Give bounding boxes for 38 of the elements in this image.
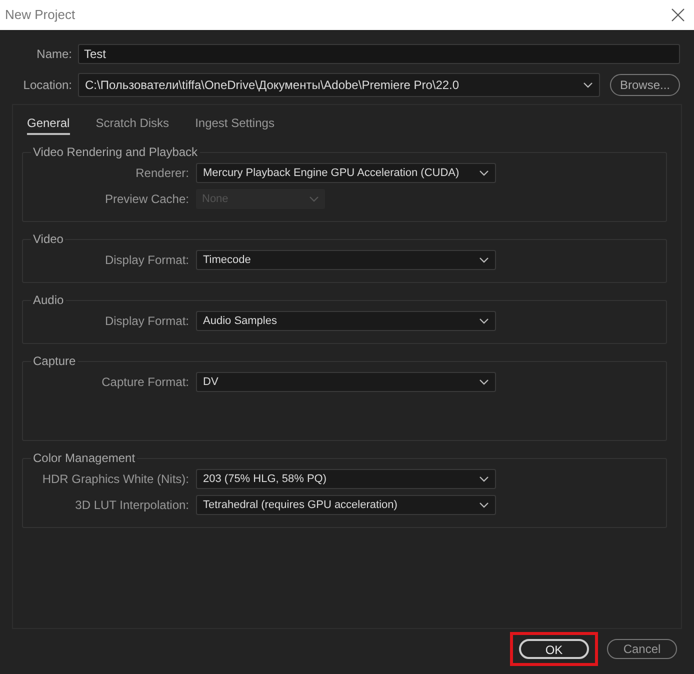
- chevron-down-icon: [479, 318, 489, 324]
- field-label: Preview Cache:: [104, 191, 189, 208]
- field-label: 3D LUT Interpolation:: [74, 497, 189, 514]
- group-title: Capture: [32, 353, 77, 370]
- dropdown[interactable]: Audio Samples: [196, 311, 496, 331]
- dropdown[interactable]: DV: [196, 372, 496, 392]
- group-title: Video Rendering and Playback: [32, 144, 199, 161]
- dropdown[interactable]: Timecode: [196, 250, 496, 270]
- chevron-down-icon: [309, 196, 319, 202]
- chevron-down-icon: [479, 257, 489, 263]
- dialog-button[interactable]: OK: [519, 639, 589, 659]
- chevron-down-icon: [479, 502, 489, 508]
- group-title: Color Management: [32, 450, 136, 467]
- dialog-button[interactable]: Cancel: [607, 639, 677, 659]
- tab[interactable]: Scratch Disks: [96, 114, 170, 135]
- field-label: Capture Format:: [100, 374, 189, 391]
- close-icon[interactable]: [671, 8, 685, 22]
- browse-button[interactable]: Browse...: [610, 74, 680, 96]
- field-label: Display Format:: [104, 252, 189, 269]
- chevron-down-icon: [479, 476, 489, 482]
- chevron-down-icon: [583, 82, 593, 88]
- field-label: Location:: [22, 77, 72, 94]
- tab[interactable]: Ingest Settings: [195, 114, 274, 135]
- field-label: HDR Graphics White (Nits):: [41, 471, 189, 488]
- chevron-down-icon: [479, 170, 489, 176]
- dropdown[interactable]: 203 (75% HLG, 58% PQ): [196, 469, 496, 489]
- dropdown[interactable]: Tetrahedral (requires GPU acceleration): [196, 495, 496, 515]
- chevron-down-icon: [479, 379, 489, 385]
- group-title: Video: [32, 231, 64, 248]
- group-title: Audio: [32, 292, 65, 309]
- location-dropdown[interactable]: C:\Пользователи\tiffa\OneDrive\Документы\Adobe\Premiere Pro\22.0: [78, 73, 600, 97]
- dropdown[interactable]: Mercury Playback Engine GPU Acceleration (CUDA): [196, 163, 496, 183]
- field-label: Name:: [36, 46, 72, 63]
- field-label: Display Format:: [104, 313, 189, 330]
- window-title: New Project: [5, 6, 76, 24]
- field-label: Renderer:: [134, 165, 189, 182]
- name-field[interactable]: Test: [78, 44, 680, 64]
- tab[interactable]: General: [27, 114, 70, 135]
